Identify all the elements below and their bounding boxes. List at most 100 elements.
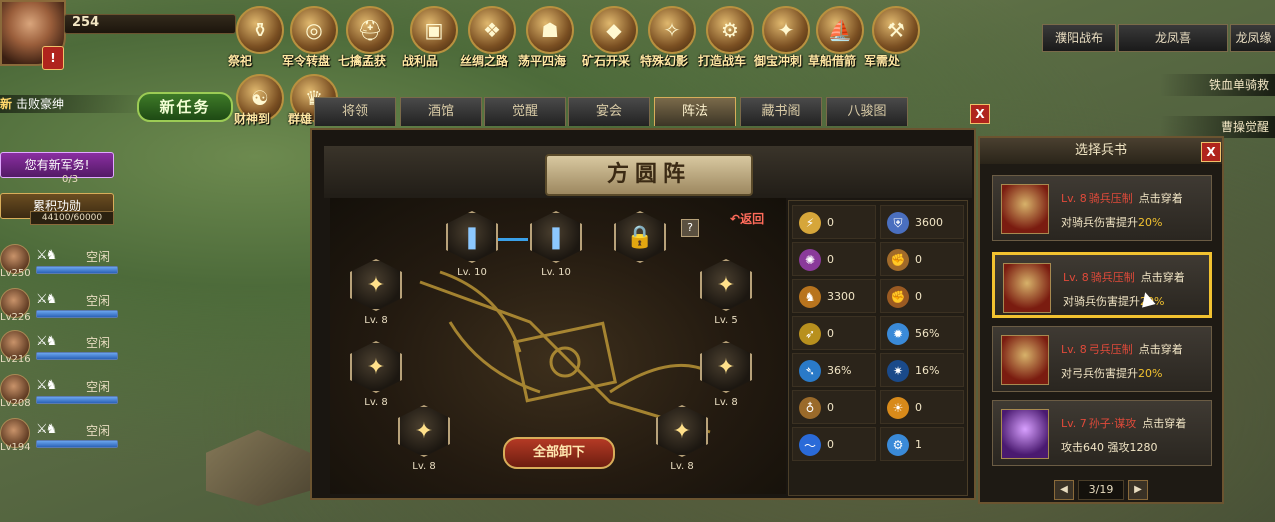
- book-scroll-icon: [1003, 263, 1051, 313]
- book-card[interactable]: Lv. 8 骑兵压制 点击穿着 对骑兵伤害提升20%: [992, 175, 1212, 241]
- tab-6[interactable]: 八骏图: [826, 97, 908, 126]
- stat-cell: ⚡ 0: [792, 205, 876, 239]
- general-row[interactable]: Lv216 ⚔♞ 空闲: [0, 330, 118, 368]
- treasure-icon[interactable]: ▣: [410, 6, 458, 54]
- phantom-icon[interactable]: ✧: [648, 6, 696, 54]
- tab-4[interactable]: 阵法: [654, 97, 736, 126]
- player-level: 254: [72, 15, 100, 30]
- book-effect-value: 20%: [1138, 367, 1163, 380]
- stat-cell: ⛨ 3600: [880, 205, 964, 239]
- stat-cell: ✊ 0: [880, 279, 964, 313]
- feature-label[interactable]: 战利品: [402, 52, 438, 69]
- alert-button[interactable]: !: [42, 46, 64, 70]
- tab-3[interactable]: 宴会: [568, 97, 650, 126]
- cavalry-icon: ⚔♞: [36, 422, 57, 437]
- equip-action[interactable]: 点击穿着: [1142, 417, 1186, 430]
- chariot-icon[interactable]: ⚙: [706, 6, 754, 54]
- slot-link-line: [498, 238, 528, 241]
- book-effect: 攻击640 强攻1280: [1061, 439, 1158, 455]
- military-affairs-button[interactable]: 您有新军务!: [0, 152, 114, 178]
- feature-label[interactable]: 御宝冲刺: [754, 52, 802, 69]
- stat-cell: ☀ 0: [880, 390, 964, 424]
- general-row[interactable]: Lv250 ⚔♞ 空闲: [0, 244, 118, 282]
- panel-close-button[interactable]: X: [970, 104, 990, 124]
- wave-icon: 〜: [799, 434, 821, 456]
- event-tab-1[interactable]: 濮阳战布: [1042, 24, 1116, 52]
- book-panel-close-button[interactable]: X: [1201, 142, 1221, 162]
- tab-1[interactable]: 酒馆: [400, 97, 482, 126]
- stat-cell: ♞ 3300: [792, 279, 876, 313]
- top-left-slot-level: Lv. 10: [457, 267, 487, 278]
- general-level: Lv226: [0, 312, 31, 323]
- event-tab-2[interactable]: 龙凤喜: [1118, 24, 1228, 52]
- tab-0[interactable]: 将领: [314, 97, 396, 126]
- feature-label[interactable]: 草船借箭: [808, 52, 856, 69]
- book-card[interactable]: Lv. 8 弓兵压制 点击穿着 对弓兵伤害提升20%: [992, 326, 1212, 392]
- feature-label[interactable]: 打造战车: [698, 52, 746, 69]
- tab-2[interactable]: 觉醒: [484, 97, 566, 126]
- sun-icon: ☀: [887, 397, 909, 419]
- crit-icon: ✹: [887, 323, 909, 345]
- return-button[interactable]: ↶返回: [730, 210, 764, 227]
- book-name: 孙子·谋攻: [1088, 417, 1137, 430]
- ore-icon[interactable]: ◆: [590, 6, 638, 54]
- equip-action[interactable]: 点击穿着: [1141, 271, 1185, 284]
- next-page-button[interactable]: ▶: [1128, 480, 1148, 500]
- feature-label[interactable]: 矿石开采: [582, 52, 630, 69]
- general-troop-bar: [36, 266, 118, 274]
- formation-title: 方圆阵: [545, 154, 753, 196]
- new-task-button[interactable]: 新任务: [137, 92, 233, 122]
- prev-page-button[interactable]: ◀: [1054, 480, 1074, 500]
- wheel-icon[interactable]: ◎: [290, 6, 338, 54]
- caocao-awaken-button[interactable]: 曹操觉醒: [1160, 116, 1275, 138]
- supply-icon[interactable]: ⚒: [872, 6, 920, 54]
- boat-icon[interactable]: ⛵: [816, 6, 864, 54]
- cavalry-icon: ⚔♞: [36, 292, 57, 307]
- cavalry-icon: ⚔♞: [36, 248, 57, 263]
- feature-label[interactable]: 群雄: [288, 110, 312, 127]
- warrior-icon[interactable]: ☗: [526, 6, 574, 54]
- stat-value: 0: [915, 401, 922, 414]
- stat-value: 0: [827, 327, 834, 340]
- current-quest[interactable]: 新击败豪绅: [0, 95, 150, 113]
- book-title-line: Lv. 7 孙子·谋攻 点击穿着: [1061, 415, 1186, 431]
- equip-action[interactable]: 点击穿着: [1139, 192, 1183, 205]
- feature-label[interactable]: 财神到: [234, 110, 270, 127]
- general-level: Lv194: [0, 442, 31, 453]
- book-card[interactable]: Lv. 8 骑兵压制 点击穿着 对骑兵伤害提升20%: [992, 252, 1212, 318]
- silk-icon[interactable]: ❖: [468, 6, 516, 54]
- tiexue-button[interactable]: 铁血单骑救: [1160, 74, 1275, 96]
- book-effect: 对骑兵伤害提升20%: [1061, 214, 1162, 230]
- general-row[interactable]: Lv208 ⚔♞ 空闲: [0, 374, 118, 412]
- feature-label[interactable]: 祭祀: [228, 52, 252, 69]
- altar-icon[interactable]: ⚱: [236, 6, 284, 54]
- right-middle-slot-level: Lv. 8: [714, 397, 738, 408]
- feature-label[interactable]: 荡平四海: [518, 52, 566, 69]
- feature-label[interactable]: 丝绸之路: [460, 52, 508, 69]
- stat-value: 0: [827, 216, 834, 229]
- stat-cell: ✊ 0: [880, 242, 964, 276]
- general-row[interactable]: Lv226 ⚔♞ 空闲: [0, 288, 118, 326]
- help-button[interactable]: ?: [681, 219, 699, 237]
- unload-all-button[interactable]: 全部卸下: [503, 437, 615, 469]
- helmet-icon[interactable]: ⛑: [346, 6, 394, 54]
- book-card[interactable]: Lv. 7 孙子·谋攻 点击穿着 攻击640 强攻1280: [992, 400, 1212, 466]
- return-label: 返回: [740, 212, 765, 226]
- book-pager: ◀ 3/19 ▶: [1054, 480, 1148, 500]
- feature-label[interactable]: 军需处: [864, 52, 900, 69]
- book-effect-text: 对弓兵伤害提升: [1061, 367, 1138, 380]
- event-tab-3[interactable]: 龙凤缘: [1230, 24, 1275, 52]
- feature-label[interactable]: 军令转盘: [282, 52, 330, 69]
- feature-label[interactable]: 特殊幻影: [640, 52, 688, 69]
- book-title-line: Lv. 8 弓兵压制 点击穿着: [1061, 341, 1183, 357]
- feature-label[interactable]: 七擒孟获: [338, 52, 386, 69]
- general-row[interactable]: Lv194 ⚔♞ 空闲: [0, 418, 118, 456]
- stat-cell: ✹ 56%: [880, 316, 964, 350]
- book-effect-value: 20%: [1138, 216, 1163, 229]
- equip-action[interactable]: 点击穿着: [1139, 343, 1183, 356]
- general-level: Lv208: [0, 398, 31, 409]
- gear-icon: ⚙: [887, 434, 909, 456]
- tab-5[interactable]: 藏书阁: [740, 97, 822, 126]
- treasure-sprint-icon[interactable]: ✦: [762, 6, 810, 54]
- attack-icon: ⚡: [799, 212, 821, 234]
